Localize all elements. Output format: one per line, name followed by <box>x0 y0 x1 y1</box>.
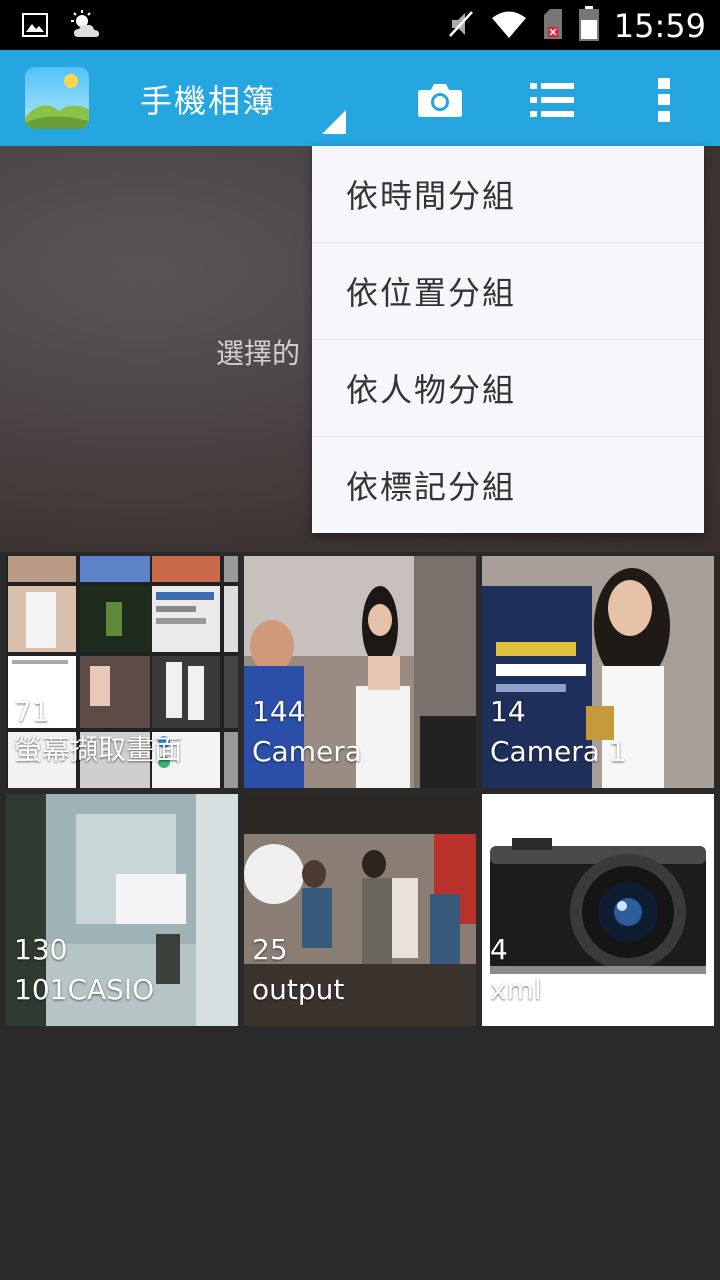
camera-icon <box>418 84 462 117</box>
album-tile[interactable]: 71 螢幕擷取畫面 <box>6 556 238 788</box>
image-notification-icon <box>22 13 48 41</box>
weather-icon <box>68 10 104 44</box>
album-count: 14 <box>490 695 526 728</box>
album-count: 130 <box>14 933 68 966</box>
menu-item-group-by-time[interactable]: 依時間分組 <box>312 146 704 243</box>
album-count: 4 <box>490 933 508 966</box>
album-tile[interactable]: 14 Camera 1 <box>482 556 714 788</box>
gallery-app-icon[interactable] <box>25 67 89 129</box>
album-tile[interactable]: 4 xml <box>482 794 714 1026</box>
album-name: Camera <box>252 735 362 768</box>
menu-item-group-by-tags[interactable]: 依標記分組 <box>312 437 704 533</box>
menu-item-group-by-location[interactable]: 依位置分組 <box>312 243 704 340</box>
album-tile[interactable]: 144 Camera <box>244 556 476 788</box>
album-name: output <box>252 973 345 1006</box>
overflow-menu-button[interactable] <box>636 72 692 128</box>
wifi-icon <box>490 9 528 43</box>
dropdown-triangle-icon[interactable] <box>322 110 346 134</box>
list-view-button[interactable] <box>524 72 580 128</box>
status-bar: 15:59 <box>0 0 720 50</box>
album-name: 螢幕擷取畫面 <box>14 733 183 766</box>
overflow-menu-icon <box>658 78 670 122</box>
album-name: 101CASIO <box>14 973 155 1006</box>
album-name: xml <box>490 973 542 1006</box>
app-title[interactable]: 手機相簿 <box>140 76 276 122</box>
camera-button[interactable] <box>412 72 468 128</box>
battery-icon <box>578 6 600 46</box>
list-view-icon <box>530 83 574 117</box>
album-tile[interactable]: 130 101CASIO <box>6 794 238 1026</box>
hero-text: 選擇的 <box>216 337 301 370</box>
mute-icon <box>446 8 476 44</box>
album-count: 71 <box>14 695 50 728</box>
album-tile[interactable]: 25 output <box>244 794 476 1026</box>
album-count: 25 <box>252 933 288 966</box>
group-by-menu: 依時間分組 依位置分組 依人物分組 依標記分組 <box>312 146 704 533</box>
clock: 15:59 <box>613 7 706 45</box>
album-name: Camera 1 <box>490 735 627 768</box>
album-count: 144 <box>252 695 306 728</box>
app-bar: 手機相簿 <box>0 50 720 146</box>
no-sim-icon <box>542 7 564 45</box>
menu-item-group-by-people[interactable]: 依人物分組 <box>312 340 704 437</box>
